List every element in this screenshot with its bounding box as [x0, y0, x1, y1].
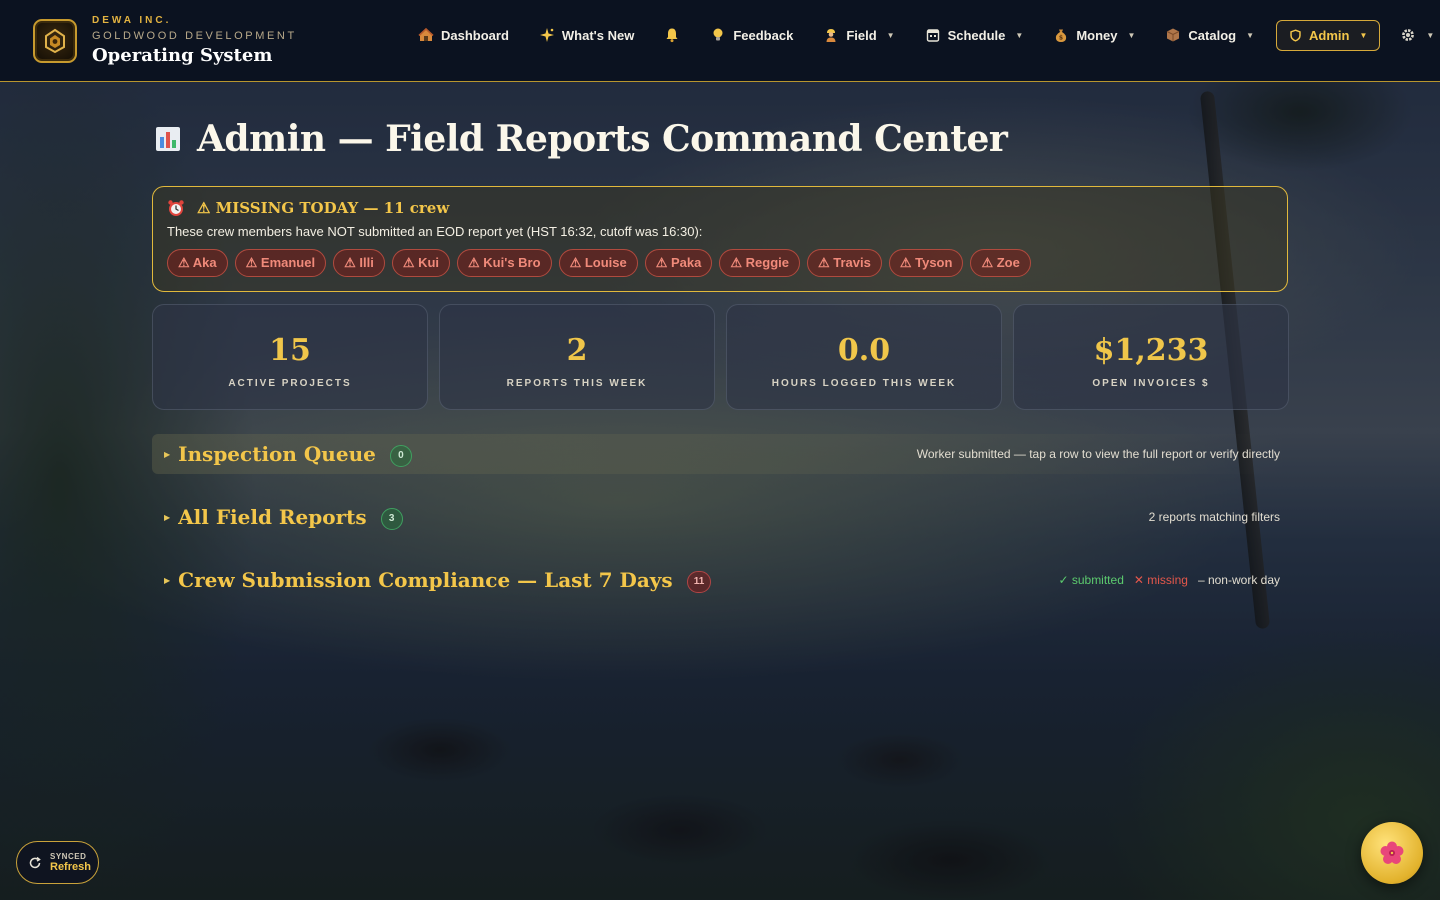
gear-icon: [1402, 29, 1415, 41]
brand-company: DEWA INC.: [92, 15, 172, 26]
nav-dashboard-label: Dashboard: [441, 27, 509, 43]
section-all-field-reports[interactable]: ▶ All Field Reports 3 2 reports matching…: [152, 497, 1288, 537]
alarm-clock-icon: [168, 200, 184, 216]
crew-chip[interactable]: ⚠ Aka: [167, 249, 228, 277]
chevron-down-icon: ▼: [1359, 30, 1368, 40]
crew-chip[interactable]: ⚠ Kui: [391, 249, 451, 277]
chevron-down-icon: ▼: [1015, 30, 1024, 40]
missing-today-alert: ⚠ MISSING TODAY — 11 crew These crew mem…: [152, 186, 1288, 292]
stat-value: 2: [566, 333, 588, 368]
stat-label: REPORTS THIS WEEK: [506, 378, 648, 389]
chevron-down-icon: ▼: [1127, 30, 1136, 40]
count-badge: 11: [686, 570, 712, 593]
count-badge: 3: [380, 507, 403, 530]
stats-row: 15 ACTIVE PROJECTS 2 REPORTS THIS WEEK 0…: [152, 304, 1289, 410]
compliance-legend: ✓ submitted ✕ missing – non-work day: [1058, 573, 1280, 587]
box-icon: [1167, 28, 1180, 42]
svg-text:$: $: [1059, 35, 1063, 42]
brand[interactable]: DEWA INC. GOLDWOOD DEVELOPMENT Operating…: [33, 15, 297, 66]
legend-non-work-day: – non-work day: [1197, 573, 1280, 587]
lightbulb-icon: [713, 28, 723, 41]
top-navigation-bar: DEWA INC. GOLDWOOD DEVELOPMENT Operating…: [0, 0, 1440, 82]
triangle-right-icon: ▶: [164, 512, 171, 522]
stat-label: ACTIVE PROJECTS: [228, 378, 352, 389]
nav-money-label: Money: [1076, 27, 1118, 43]
page-heading: Admin — Field Reports Command Center: [197, 118, 1008, 160]
missing-title: ⚠ MISSING TODAY — 11 crew: [197, 199, 450, 217]
legend-missing: ✕ missing: [1133, 573, 1188, 587]
missing-description: These crew members have NOT submitted an…: [167, 224, 703, 239]
section-note: Worker submitted — tap a row to view the…: [916, 447, 1280, 461]
missing-crew-list: ⚠ Aka ⚠ Emanuel ⚠ Illi ⚠ Kui ⚠ Kui's Bro…: [167, 249, 1273, 277]
nav-feedback-label: Feedback: [733, 27, 794, 43]
crew-chip[interactable]: ⚠ Louise: [558, 249, 638, 277]
shield-icon: [1290, 28, 1301, 42]
nav-whats-new-label: What's New: [561, 27, 635, 43]
stat-card-open-invoices: $1,233 OPEN INVOICES $: [1013, 304, 1289, 410]
chevron-down-icon: ▼: [1246, 30, 1254, 40]
main-nav: Dashboard What's New Feedback Field ▼ Sc…: [410, 0, 1440, 70]
nav-field-dropdown[interactable]: Field ▼: [815, 21, 902, 49]
nav-admin-label: Admin: [1309, 27, 1350, 43]
refresh-icon: [29, 856, 41, 868]
refresh-button[interactable]: SYNCED Refresh: [16, 841, 99, 884]
chevron-down-icon: ▼: [1426, 30, 1435, 40]
section-inspection-queue[interactable]: ▶ Inspection Queue 0 Worker submitted — …: [152, 434, 1288, 474]
hibiscus-flower-icon: [1380, 841, 1404, 864]
stat-card-reports-this-week: 2 REPORTS THIS WEEK: [439, 304, 715, 410]
page-title: Admin — Field Reports Command Center: [155, 118, 1008, 160]
section-crew-compliance[interactable]: ▶ Crew Submission Compliance — Last 7 Da…: [152, 560, 1288, 600]
nav-whats-new[interactable]: What's New: [531, 21, 642, 49]
crew-chip[interactable]: ⚠ Kui's Bro: [457, 249, 552, 277]
crew-chip[interactable]: ⚠ Paka: [644, 249, 713, 277]
brand-logo-icon: [33, 18, 77, 63]
section-note: 2 reports matching filters: [1148, 510, 1280, 524]
sync-status: SYNCED: [50, 852, 87, 861]
stat-card-hours-logged: 0.0 HOURS LOGGED THIS WEEK: [726, 304, 1002, 410]
nav-admin-dropdown[interactable]: Admin ▼: [1276, 19, 1381, 51]
legend-submitted: ✓ submitted: [1058, 573, 1124, 587]
stat-label: OPEN INVOICES $: [1092, 378, 1210, 389]
refresh-label: Refresh: [50, 861, 91, 873]
hibiscus-assistant-button[interactable]: [1361, 822, 1423, 884]
stat-label: HOURS LOGGED THIS WEEK: [771, 378, 957, 389]
crew-chip[interactable]: ⚠ Emanuel: [234, 249, 327, 277]
brand-division: GOLDWOOD DEVELOPMENT: [92, 30, 297, 42]
nav-schedule-label: Schedule: [947, 27, 1006, 43]
nav-catalog-dropdown[interactable]: Catalog ▼: [1157, 21, 1262, 49]
brand-app-name: Operating System: [92, 45, 273, 66]
count-badge: 0: [389, 444, 412, 467]
stat-value: 0.0: [837, 333, 891, 368]
sparkles-icon: [539, 28, 554, 42]
nav-field-label: Field: [846, 27, 877, 43]
house-icon: [418, 27, 434, 41]
nav-schedule-dropdown[interactable]: Schedule ▼: [917, 21, 1032, 49]
section-title: All Field Reports: [178, 505, 367, 529]
nav-dashboard[interactable]: Dashboard: [410, 21, 517, 49]
nav-feedback[interactable]: Feedback: [702, 21, 801, 49]
bar-chart-icon: [156, 127, 180, 151]
triangle-right-icon: ▶: [164, 449, 171, 459]
worker-icon: [826, 29, 836, 42]
bell-icon: [666, 28, 678, 43]
chevron-down-icon: ▼: [886, 30, 895, 40]
stat-value: 15: [269, 333, 311, 368]
nav-notifications[interactable]: [656, 21, 688, 49]
crew-chip[interactable]: ⚠ Tyson: [888, 249, 964, 277]
section-title: Inspection Queue: [178, 442, 376, 466]
calendar-icon: [926, 29, 939, 42]
triangle-right-icon: ▶: [164, 575, 171, 585]
stat-value: $1,233: [1093, 333, 1209, 368]
nav-catalog-label: Catalog: [1188, 27, 1237, 43]
crew-chip[interactable]: ⚠ Illi: [333, 249, 385, 277]
section-title: Crew Submission Compliance — Last 7 Days: [178, 568, 673, 592]
nav-settings-dropdown[interactable]: ▼: [1392, 21, 1440, 49]
crew-chip[interactable]: ⚠ Travis: [806, 249, 882, 277]
money-bag-icon: $: [1056, 29, 1067, 42]
crew-chip[interactable]: ⚠ Reggie: [719, 249, 800, 277]
stat-card-active-projects: 15 ACTIVE PROJECTS: [152, 304, 428, 410]
crew-chip[interactable]: ⚠ Zoe: [970, 249, 1031, 277]
nav-money-dropdown[interactable]: $ Money ▼: [1045, 21, 1143, 49]
